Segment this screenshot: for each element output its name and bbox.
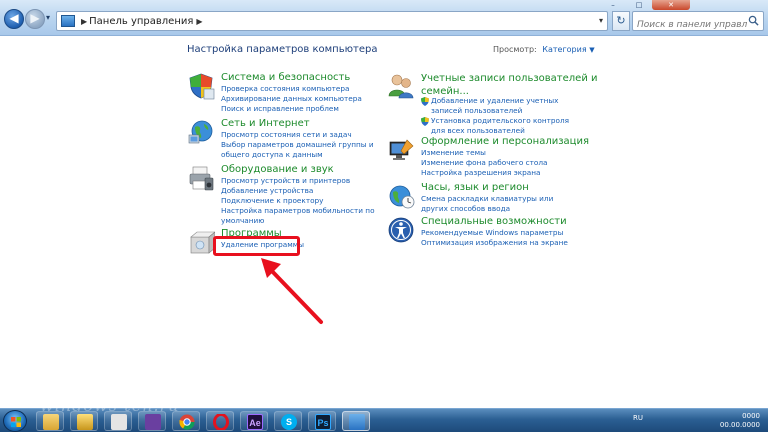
floppy-icon (77, 414, 93, 430)
category-links: Смена раскладки клавиатуры или других сп… (421, 194, 571, 214)
link-parental-controls[interactable]: Установка родительского контроля для все… (431, 116, 581, 136)
link-recommended-settings[interactable]: Рекомендуемые Windows параметры (421, 228, 568, 238)
programs-icon[interactable] (187, 228, 215, 256)
uac-shield-icon (421, 97, 429, 106)
taskbar-photoshop[interactable]: Ps (308, 411, 336, 431)
category-title[interactable]: Учетные записи пользователей и семейн... (421, 72, 601, 98)
link-devices-printers[interactable]: Просмотр устройств и принтеров (221, 176, 381, 186)
taskbar-control-panel[interactable] (342, 411, 370, 431)
control-panel-icon (349, 414, 365, 430)
document-icon (111, 414, 127, 430)
chrome-icon (179, 414, 195, 430)
category-links: Проверка состояния компьютера Архивирова… (221, 84, 362, 114)
search-icon[interactable] (748, 15, 759, 26)
chevron-down-icon: ▾ (46, 13, 51, 22)
taskbar-after-effects[interactable]: Ae (240, 411, 268, 431)
back-button[interactable]: ◀ (4, 9, 24, 29)
windows-logo-icon (11, 417, 21, 427)
taskbar-opera[interactable] (206, 411, 234, 431)
forward-button[interactable]: ▶ (25, 9, 45, 29)
category-links: Изменение темы Изменение фона рабочего с… (421, 148, 548, 178)
link-optimize-display[interactable]: Оптимизация изображения на экране (421, 238, 568, 248)
language-indicator[interactable]: RU (633, 414, 643, 422)
shield-icon[interactable] (187, 72, 215, 100)
minimize-button[interactable]: – (600, 0, 626, 10)
visual-studio-icon (145, 414, 161, 430)
users-icon[interactable] (387, 72, 415, 100)
chevron-down-icon[interactable]: ▼ (589, 46, 594, 54)
category-links: Просмотр состояния сети и задач Выбор па… (221, 130, 381, 160)
link-projector[interactable]: Подключение к проектору (221, 196, 381, 206)
watermark: windows-ten.ru (40, 396, 180, 415)
close-button[interactable]: ✕ (652, 0, 690, 10)
monitor-brush-icon[interactable] (387, 136, 415, 164)
search-input[interactable] (637, 16, 747, 34)
folder-icon (43, 414, 59, 430)
link-change-theme[interactable]: Изменение темы (421, 148, 548, 158)
link-homegroup[interactable]: Выбор параметров домашней группы и общег… (221, 140, 381, 160)
taskbar-skype[interactable]: S (274, 411, 302, 431)
photoshop-icon: Ps (315, 414, 331, 430)
control-panel-icon (61, 15, 75, 27)
link-screen-resolution[interactable]: Настройка разрешения экрана (421, 168, 548, 178)
link-troubleshoot[interactable]: Поиск и исправление проблем (221, 104, 362, 114)
view-by-dropdown[interactable]: Категория (542, 45, 586, 54)
category-links: Просмотр устройств и принтеров Добавлени… (221, 176, 381, 226)
breadcrumb-control-panel[interactable]: Панель управления (89, 16, 193, 27)
refresh-button[interactable]: ↻ (612, 11, 630, 31)
address-bar[interactable]: ▶ Панель управления ▶ ▾ (56, 11, 608, 31)
breadcrumb-separator-icon[interactable]: ▶ (196, 17, 202, 26)
network-globe-icon[interactable] (187, 118, 215, 146)
view-by-label: Просмотр: (493, 45, 537, 54)
page-title: Настройка параметров компьютера (187, 44, 378, 55)
list-item: Добавление и удаление учетных записей по… (421, 96, 581, 116)
link-network-status[interactable]: Просмотр состояния сети и задач (221, 130, 381, 140)
clock-time: 0000 (742, 412, 760, 420)
category-title[interactable]: Оформление и персонализация (421, 136, 589, 147)
link-mobility[interactable]: Настройка параметров мобильности по умол… (221, 206, 381, 226)
accessibility-icon[interactable] (387, 216, 415, 244)
category-title[interactable]: Часы, язык и регион (421, 182, 529, 193)
opera-icon (213, 414, 229, 430)
address-dropdown-icon[interactable]: ▾ (599, 16, 603, 25)
refresh-icon: ↻ (616, 14, 626, 27)
breadcrumb-separator-icon[interactable]: ▶ (81, 17, 87, 26)
search-box[interactable] (632, 11, 764, 34)
arrow-right-icon: ▶ (30, 11, 40, 25)
maximize-button[interactable]: □ (626, 0, 652, 10)
recent-pages-button[interactable]: ▾ (46, 14, 54, 22)
list-item: Установка родительского контроля для все… (421, 116, 581, 136)
link-add-device[interactable]: Добавление устройства (221, 186, 381, 196)
printer-icon[interactable] (187, 164, 215, 192)
uac-shield-icon (421, 117, 429, 126)
category-links: Добавление и удаление учетных записей по… (421, 96, 581, 136)
category-links: Рекомендуемые Windows параметры Оптимиза… (421, 228, 568, 248)
arrow-left-icon: ◀ (9, 11, 19, 25)
clock-date: 00.00.0000 (719, 421, 760, 429)
category-title[interactable]: Специальные возможности (421, 216, 567, 227)
after-effects-icon: Ae (247, 414, 263, 430)
link-keyboard-layout[interactable]: Смена раскладки клавиатуры или других сп… (421, 194, 571, 214)
link-change-background[interactable]: Изменение фона рабочего стола (421, 158, 548, 168)
skype-icon: S (281, 414, 297, 430)
link-check-status[interactable]: Проверка состояния компьютера (221, 84, 362, 94)
annotation-arrow-icon (261, 258, 323, 324)
window-titlebar: – □ ✕ ◀ ▶ ▾ ▶ Панель управления ▶ ▾ ↻ (0, 0, 768, 36)
start-button[interactable] (3, 410, 27, 432)
system-clock[interactable]: 0000 00.00.0000 (720, 412, 760, 430)
link-backup[interactable]: Архивирование данных компьютера (221, 94, 362, 104)
category-title[interactable]: Система и безопасность (221, 72, 350, 83)
category-title[interactable]: Оборудование и звук (221, 164, 334, 175)
view-by: Просмотр: Категория ▼ (493, 45, 595, 54)
window-controls: – □ ✕ (600, 0, 690, 10)
clock-globe-icon[interactable] (387, 182, 415, 210)
link-add-remove-accounts[interactable]: Добавление и удаление учетных записей по… (431, 96, 581, 116)
category-title[interactable]: Сеть и Интернет (221, 118, 310, 129)
